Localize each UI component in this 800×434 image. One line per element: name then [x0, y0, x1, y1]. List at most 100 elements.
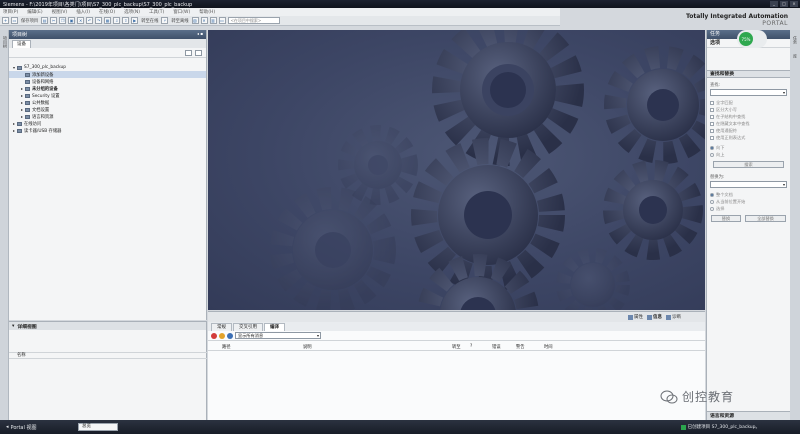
simulation-icon[interactable]: ▶ — [131, 17, 139, 24]
menu-project[interactable]: 项目(P) — [3, 9, 18, 15]
right-strip-tasks[interactable]: 任务 — [792, 36, 798, 44]
undo-icon[interactable]: ↶ — [86, 17, 94, 24]
tab-general[interactable]: 常规 — [211, 323, 232, 331]
tree-item-add-device[interactable]: 添加新设备 — [9, 71, 206, 78]
column-help[interactable]: ? — [470, 344, 472, 349]
save-project-button[interactable]: 保存项目 — [20, 18, 39, 24]
search-button[interactable]: 搜索 — [713, 161, 784, 168]
radio-down[interactable]: 向下 — [707, 144, 790, 151]
radio-icon[interactable] — [710, 206, 714, 211]
tree-item-security-settings[interactable]: ▸ Security 设置 — [9, 92, 206, 99]
replace-button[interactable]: 替换 — [711, 215, 741, 222]
details-view-header[interactable]: ▾ 详细视图 — [9, 322, 206, 330]
redo-icon[interactable]: ↷ — [95, 17, 103, 24]
checkbox-icon[interactable] — [710, 128, 714, 133]
overview-tab[interactable]: 总览 — [78, 423, 118, 431]
left-vertical-strip[interactable]: 项目树 — [0, 30, 9, 420]
menu-help[interactable]: 帮助(H) — [199, 9, 215, 15]
checkbox-icon[interactable] — [710, 114, 714, 119]
menu-tools[interactable]: 工具(T) — [149, 9, 164, 15]
menu-view[interactable]: 视图(V) — [52, 9, 68, 15]
radio-icon[interactable] — [710, 152, 714, 157]
checkbox-hidden-text[interactable]: 在隐藏文本中查找 — [707, 120, 790, 127]
tree-item-languages-resources[interactable]: ▸ 语言和资源 — [9, 113, 206, 120]
menu-edit[interactable]: 编辑(E) — [27, 9, 42, 15]
tab-info[interactable]: 信息 — [647, 314, 662, 320]
checkbox-icon[interactable] — [710, 135, 714, 140]
radio-from-current[interactable]: 从当前位置开始 — [707, 198, 790, 205]
tree-item-common-data[interactable]: ▸ 公共数据 — [9, 99, 206, 106]
message-filter-select[interactable]: 显示所有消息 — [235, 332, 321, 339]
status-message[interactable]: 已创建项目 S7_300_plc_backup。 — [680, 424, 760, 430]
collapse-arrow-icon[interactable]: ▾ — [12, 324, 14, 329]
radio-icon[interactable] — [710, 192, 714, 197]
info-filter-icon[interactable] — [227, 332, 233, 339]
tree-item-card-reader[interactable]: ▸ 读卡器/USB 存储器 — [9, 127, 206, 134]
paste-icon[interactable]: ▣ — [68, 17, 76, 24]
menu-online[interactable]: 在线(O) — [99, 9, 115, 15]
go-online-button[interactable]: 转至在线 — [140, 18, 159, 24]
split-window-icon[interactable]: ▭ — [218, 17, 226, 24]
menu-insert[interactable]: 插入(I) — [76, 9, 90, 15]
tab-diagnostics[interactable]: 诊断 — [666, 314, 681, 320]
checkbox-substructures[interactable]: 在子结构中查找 — [707, 113, 790, 120]
warning-filter-icon[interactable] — [219, 332, 225, 339]
delete-icon[interactable]: ✕ — [77, 17, 85, 24]
radio-up[interactable]: 向上 — [707, 151, 790, 158]
column-time[interactable]: 时间 — [544, 344, 553, 350]
checkbox-wildcards[interactable]: 使用通配符 — [707, 127, 790, 134]
compile-icon[interactable]: ▦ — [104, 17, 112, 24]
radio-selection[interactable]: 选择 — [707, 205, 790, 212]
upload-icon[interactable]: ⇧ — [122, 17, 130, 24]
radio-icon[interactable] — [710, 199, 714, 204]
checkbox-icon[interactable] — [710, 121, 714, 126]
table-view-icon[interactable] — [185, 50, 192, 56]
minimize-button[interactable]: _ — [770, 1, 778, 7]
column-warnings[interactable]: 警告 — [516, 344, 525, 350]
checkbox-match-case[interactable]: 区分大小写 — [707, 106, 790, 113]
download-icon[interactable]: ⇩ — [113, 17, 121, 24]
column-path[interactable]: 路径 — [222, 344, 231, 350]
tree-item-ungrouped-devices[interactable]: ▸ 未分组的设备 — [9, 85, 206, 92]
menu-options[interactable]: 选项(N) — [124, 9, 140, 15]
go-offline-button[interactable]: 转至离线 — [170, 18, 189, 24]
menu-window[interactable]: 窗口(W) — [173, 9, 190, 15]
tab-compile[interactable]: 编译 — [264, 323, 285, 331]
radio-icon[interactable] — [710, 145, 714, 150]
accessible-devices-icon[interactable]: ▧ — [191, 17, 199, 24]
column-errors[interactable]: 错误 — [492, 344, 501, 350]
checkbox-whole-word[interactable]: 全字匹配 — [707, 99, 790, 106]
checkbox-regex[interactable]: 使用正则表达式 — [707, 134, 790, 141]
portal-view-button[interactable]: ◂ Portal 视图 — [0, 424, 74, 431]
print-icon[interactable]: ▤ — [41, 17, 49, 24]
cross-reference-icon[interactable]: ▥ — [209, 17, 217, 24]
go-online-icon[interactable]: ⚡ — [161, 17, 169, 24]
find-replace-header[interactable]: 查找和替换 — [707, 70, 790, 78]
tree-item-devices-networks[interactable]: 设备和网络 — [9, 78, 206, 85]
cut-icon[interactable]: ✂ — [50, 17, 58, 24]
copy-icon[interactable]: ❐ — [59, 17, 67, 24]
languages-resources-header[interactable]: 语言和资源 — [707, 411, 791, 420]
maximize-button[interactable]: □ — [780, 1, 788, 7]
find-input[interactable] — [710, 89, 787, 96]
replace-all-button[interactable]: 全部替换 — [744, 215, 786, 222]
refresh-icon[interactable] — [195, 50, 202, 56]
error-filter-icon[interactable] — [211, 332, 217, 339]
tab-cross-references[interactable]: 交叉引用 — [233, 323, 263, 331]
column-description[interactable]: 说明 — [303, 344, 312, 350]
tree-item-online-access[interactable]: ▸ 在线访问 — [9, 120, 206, 127]
tree-item-project[interactable]: ▾ S7_300_plc_backup — [9, 64, 206, 71]
close-button[interactable]: × — [790, 1, 798, 7]
checkbox-icon[interactable] — [710, 107, 714, 112]
radio-whole-document[interactable]: 整个文档 — [707, 191, 790, 198]
details-column-name[interactable]: 名称 — [9, 352, 207, 359]
tree-item-document-settings[interactable]: ▸ 文档设置 — [9, 106, 206, 113]
replace-input[interactable] — [710, 181, 787, 188]
tab-devices[interactable]: 设备 — [12, 40, 31, 48]
stop-icon[interactable]: ✕ — [200, 17, 208, 24]
checkbox-icon[interactable] — [710, 100, 714, 105]
project-search-input[interactable]: <在项目中搜索> — [227, 17, 280, 24]
open-project-icon[interactable]: ▭ — [11, 17, 18, 24]
column-goto[interactable]: 转至 — [452, 344, 461, 350]
right-strip-libraries[interactable]: 库 — [792, 54, 798, 58]
